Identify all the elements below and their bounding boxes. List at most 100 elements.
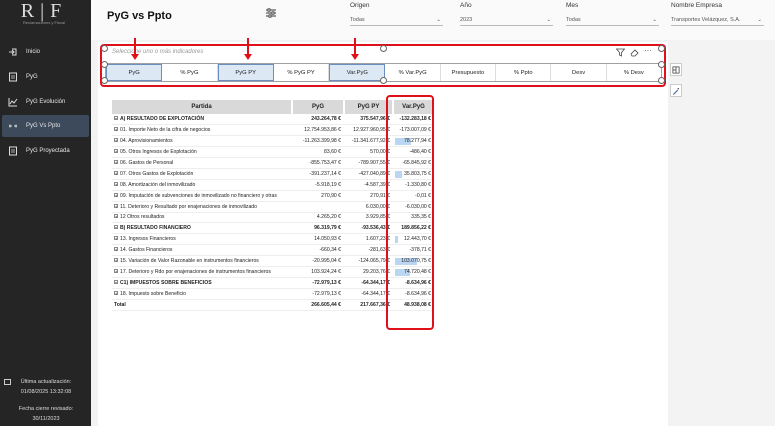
slicer-mes[interactable]: Mes Todas ⌄ [566, 2, 659, 26]
header: PyG vs Ppto Origen Todas ⌄ Año 2023 ⌄ Mes … [91, 0, 775, 40]
expand-icon[interactable]: + [114, 203, 118, 208]
col-header-partida[interactable]: Partida [112, 100, 293, 114]
row-label: 06. Gastos de Personal [120, 160, 174, 166]
resize-handle[interactable] [101, 77, 108, 84]
last-update-label: Última actualización: [20, 379, 72, 385]
collapse-icon[interactable]: − [114, 279, 118, 284]
cell-pyg: 4.265,20 € [292, 212, 344, 224]
row-label: A) RESULTADO DE EXPLOTACIÓN [120, 116, 205, 123]
close-date-label: Fecha cierre revisado: [18, 406, 74, 412]
resize-handle[interactable] [658, 77, 665, 84]
expand-icon[interactable]: + [114, 236, 118, 241]
expand-icon[interactable]: + [114, 258, 118, 263]
cell-pyg: 270,90 € [292, 190, 344, 202]
row-label: 09. Imputación de subvenciones de inmovi… [120, 192, 277, 199]
close-date: Fecha cierre revisado: 30/11/2023 [4, 406, 88, 422]
cell-pyg: -72.979,13 € [292, 277, 344, 289]
expand-icon[interactable]: + [114, 149, 118, 154]
row-partida: +13. Ingresos Financieros [112, 233, 292, 246]
paint-format-button[interactable] [670, 84, 682, 97]
expand-icon[interactable]: + [114, 160, 118, 165]
annotation-highlight-var-column [386, 95, 434, 330]
slicer-anio[interactable]: Año 2023 ⌄ [460, 2, 553, 26]
slicer-empresa[interactable]: Nombre Empresa Transportes Velázquez, S.… [671, 2, 764, 26]
filter-settings-icon[interactable] [265, 7, 277, 19]
annotation-arrow [351, 38, 359, 60]
nav-item-label: PyG Proyectada [26, 148, 70, 154]
close-date-value: 30/11/2023 [32, 416, 60, 422]
resize-handle[interactable] [658, 45, 665, 52]
expand-icon[interactable]: + [114, 290, 118, 295]
row-partida: +08. Amortización del inmovilizado [112, 179, 292, 191]
slicer-label: Nombre Empresa [671, 2, 722, 9]
row-partida: +11. Deterioro y Resultado por enajenaci… [112, 201, 292, 213]
row-partida: − C1) IMPUESTOS SOBRE BENEFICIOS [112, 277, 292, 289]
report-icon [8, 72, 18, 82]
expand-icon[interactable]: + [114, 268, 118, 273]
nav-item-inicio[interactable]: Inicio [2, 41, 89, 63]
col-header-pyg[interactable]: PyG [292, 100, 345, 114]
cell-pyg: 12.754.953,86 € [292, 124, 344, 137]
row-label: 01. Importe Neto de la cifra de negocios [120, 127, 211, 134]
collapse-icon[interactable]: − [114, 225, 118, 230]
expand-icon[interactable]: + [114, 214, 118, 219]
expand-icon[interactable]: + [114, 247, 118, 252]
cell-pyg: 103.924,24 € [292, 266, 344, 278]
row-partida: − B) RESULTADO FINANCIERO [112, 222, 292, 235]
chevron-down-icon: ⌄ [757, 16, 762, 23]
cell-pyg: 14.050,93 € [292, 233, 344, 246]
row-partida: +06. Gastos de Personal [112, 157, 292, 169]
row-label: B) RESULTADO FINANCIERO [120, 225, 191, 232]
resize-handle[interactable] [101, 61, 108, 68]
compare-icon [8, 121, 18, 131]
nav-item-pyg-proyectada[interactable]: PyG Proyectada [2, 140, 89, 162]
brush-icon [672, 87, 680, 95]
expand-icon[interactable]: + [114, 127, 118, 132]
cell-pyg: -5.918,19 € [292, 179, 344, 191]
cell-pyg: 243.264,78 € [292, 114, 344, 126]
expand-icon[interactable]: + [114, 170, 118, 175]
last-update-value: 01/08/2025 13:32:08 [20, 389, 72, 395]
expand-icon[interactable]: + [114, 192, 118, 197]
format-visual-button[interactable] [670, 63, 682, 76]
nav-item-pyg-evolucion[interactable]: PyG Evolución [2, 91, 89, 113]
row-partida: +17. Deterioro y Rdo por enajenaciones d… [112, 266, 292, 278]
resize-handle[interactable] [380, 77, 387, 84]
nav-item-pyg[interactable]: PyG [2, 66, 89, 88]
row-label: 12 Otros resultados [120, 214, 165, 221]
chevron-down-icon: ⌄ [546, 16, 551, 23]
expand-icon[interactable]: + [114, 181, 118, 186]
sidebar: R|F Reclamaciones y Fiscal Inicio PyG Py… [0, 0, 91, 426]
row-label: 13. Ingresos Financieros [120, 236, 176, 243]
row-label: 07. Otros Gastos de Explotación [120, 170, 194, 177]
row-partida: Total [112, 298, 292, 311]
nav-item-pyg-vs-ppto[interactable]: PyG Vs Ppto [2, 115, 89, 137]
resize-handle[interactable] [101, 45, 108, 52]
resize-handle[interactable] [658, 61, 665, 68]
row-partida: +07. Otros Gastos de Explotación [112, 168, 292, 180]
expand-icon[interactable]: + [114, 138, 118, 143]
row-partida: +12 Otros resultados [112, 212, 292, 224]
collapse-icon[interactable]: − [114, 116, 118, 121]
slicer-value: Transportes Velázquez, S.A. [671, 16, 741, 23]
slicer-label: Mes [566, 2, 579, 9]
row-partida: +18. Impuesto sobre Beneficio [112, 288, 292, 300]
chevron-down-icon: ⌄ [652, 16, 657, 23]
annotation-arrow [244, 38, 252, 60]
row-label: 15. Variación de Valor Razonable en inst… [120, 258, 259, 265]
cell-pyg: 96.319,79 € [292, 222, 344, 235]
last-update: Última actualización: 01/08/2025 13:32:0… [4, 379, 88, 395]
row-partida: +15. Variación de Valor Razonable en ins… [112, 255, 292, 267]
slicer-label: Año [460, 2, 472, 9]
slicer-origen[interactable]: Origen Todas ⌄ [350, 2, 443, 26]
login-icon [8, 47, 18, 57]
row-partida: +01. Importe Neto de la cifra de negocio… [112, 124, 292, 137]
nav-item-label: PyG [26, 74, 38, 80]
slicer-value: Todas [350, 16, 365, 23]
line-chart-icon [8, 97, 18, 107]
table-icon [672, 66, 680, 73]
calendar-icon [4, 379, 11, 385]
company-logo: R|F Reclamaciones y Fiscal [20, 0, 68, 25]
resize-handle[interactable] [380, 45, 387, 52]
slicer-label: Origen [350, 2, 370, 9]
